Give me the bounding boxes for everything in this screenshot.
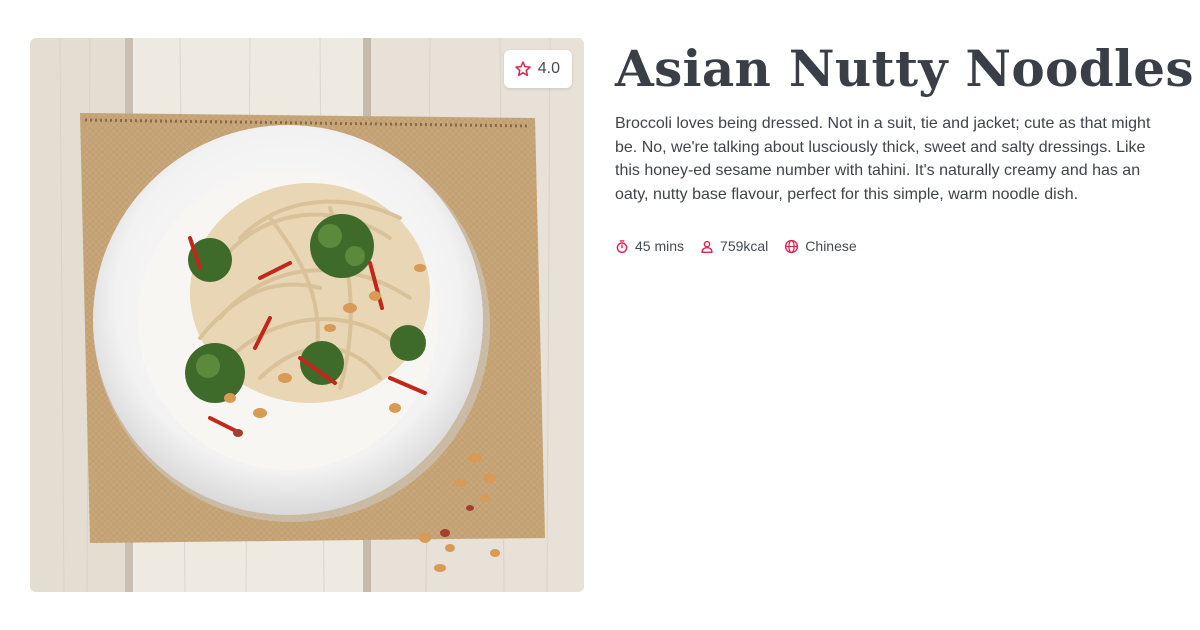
noodle-bowl-image [30,38,584,592]
rating-value: 4.0 [537,60,560,77]
rating-badge[interactable]: 4.0 [503,50,572,88]
meta-calories: 759kcal [700,238,768,254]
globe-icon [785,239,799,253]
meta-cuisine-text: Chinese [805,238,857,254]
meta-time-text: 45 mins [635,238,685,254]
recipe-description: Broccoli loves being dressed. Not in a s… [615,115,1151,203]
meta-calories-text: 759kcal [720,238,769,254]
meta-time: 45 mins [615,238,684,254]
star-outline-icon [515,61,531,77]
person-icon [701,240,713,253]
recipe-details: Asian Nutty Noodles Broccoli loves being… [615,38,1194,254]
meta-cuisine: Chinese [784,238,857,254]
timer-icon [616,239,628,253]
recipe-photo: 4.0 [30,38,584,592]
recipe-title: Asian Nutty Noodles [615,39,1194,98]
recipe-meta: 45 mins 759kcal Chinese [615,238,1160,254]
